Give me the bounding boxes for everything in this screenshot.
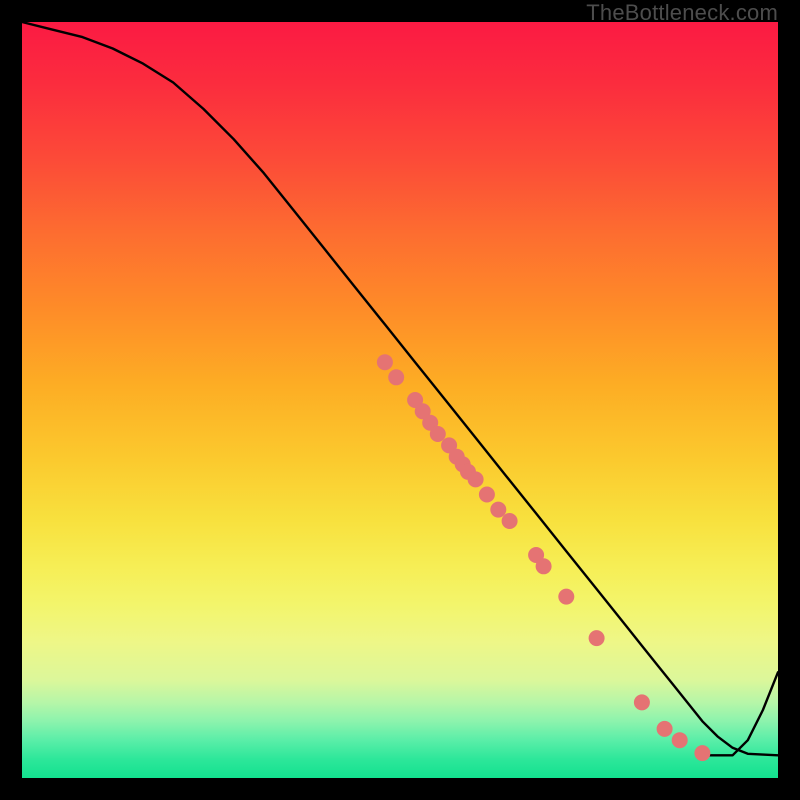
watermark-text: TheBottleneck.com [586, 0, 778, 26]
data-marker [672, 732, 688, 748]
data-marker [558, 589, 574, 605]
bottleneck-curve [22, 22, 778, 755]
data-marker [377, 354, 393, 370]
data-marker [430, 426, 446, 442]
data-marker [589, 630, 605, 646]
data-marker [388, 369, 404, 385]
data-markers [377, 354, 711, 761]
data-marker [657, 721, 673, 737]
data-marker [634, 694, 650, 710]
data-marker [468, 471, 484, 487]
chart-overlay [0, 0, 800, 800]
data-marker [479, 487, 495, 503]
bottleneck-tail [702, 672, 778, 755]
data-marker [694, 745, 710, 761]
data-marker [490, 502, 506, 518]
data-marker [502, 513, 518, 529]
chart-stage: TheBottleneck.com [0, 0, 800, 800]
data-marker [536, 558, 552, 574]
